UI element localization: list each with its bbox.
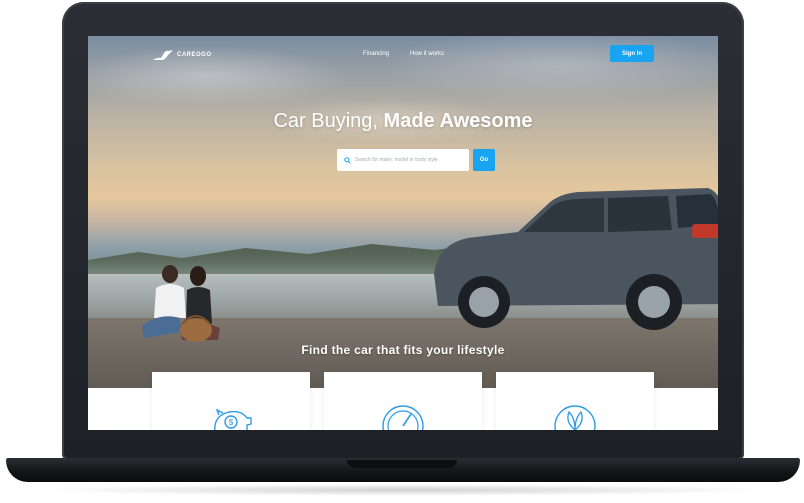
piggy-bank-icon: $ [214,408,252,430]
suv-image [434,188,718,330]
nav-link-financing[interactable]: Financing [363,51,389,57]
feature-card-eco[interactable] [496,372,654,430]
hero-title-bold: Made Awesome [383,110,533,132]
search-go-button[interactable]: Go [473,149,495,171]
search-icon [344,156,351,164]
hero-tagline: Find the car that fits your lifestyle [301,343,505,357]
top-navigation: CAREOGO Financing How it works Sign In [88,36,718,72]
laptop-screen: CAREOGO Financing How it works Sign In C… [88,36,718,430]
speedometer-icon [382,405,424,430]
kangaroo-icon [153,50,173,60]
search-input[interactable] [355,157,469,163]
search-box[interactable] [337,149,469,171]
search-bar: Go [337,149,495,171]
brand-name: CAREOGO [177,52,212,58]
laptop-notch [347,460,457,468]
sign-in-button[interactable]: Sign In [610,45,654,62]
feature-card-speed[interactable] [324,372,482,430]
brand-logo[interactable]: CAREOGO [152,48,212,62]
svg-text:$: $ [229,418,234,427]
feature-card-financing[interactable]: $ [152,372,310,430]
couple-image [142,265,220,342]
hero-background: CAREOGO Financing How it works Sign In C… [88,36,718,388]
hero-title: Car Buying, Made Awesome [88,110,718,133]
hero-title-regular: Car Buying, [273,110,384,132]
leaf-icon [554,405,596,430]
nav-link-how-it-works[interactable]: How it works [410,51,444,57]
laptop-shadow [30,484,774,496]
